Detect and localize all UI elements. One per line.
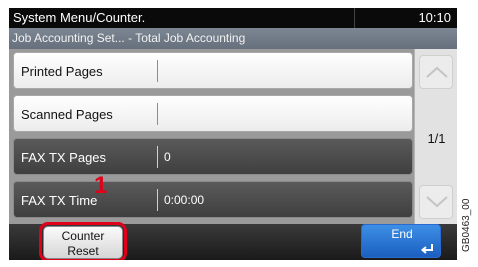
scroll-up-button[interactable] bbox=[419, 55, 453, 89]
list-item-separator bbox=[157, 189, 158, 211]
chevron-down-icon bbox=[426, 196, 448, 208]
chevron-up-icon bbox=[426, 66, 448, 78]
list-item-separator bbox=[157, 103, 158, 125]
figure-code: GB0463_00 bbox=[461, 198, 472, 252]
footer-bar: Counter Reset End bbox=[9, 222, 457, 260]
end-label: End bbox=[391, 227, 413, 241]
list-item-value: 0:00:00 bbox=[164, 193, 205, 207]
counter-reset-label-line1: Counter bbox=[61, 229, 105, 243]
list-item-value: 0 bbox=[164, 150, 171, 164]
list-item-fax-tx-pages: FAX TX Pages 0 bbox=[13, 138, 413, 175]
page-indicator: 1/1 bbox=[427, 131, 446, 146]
step-callout-number: 1 bbox=[94, 172, 108, 199]
title-bar: System Menu/Counter. 10:10 bbox=[9, 8, 457, 28]
clock: 10:10 bbox=[418, 10, 451, 25]
list-item-label: FAX TX Pages bbox=[21, 150, 107, 165]
list-item-printed-pages[interactable]: Printed Pages bbox=[13, 52, 413, 89]
counter-reset-label-line2: Reset bbox=[67, 244, 99, 258]
list-item-separator bbox=[157, 146, 158, 168]
breadcrumb-text: Job Accounting Set... - Total Job Accoun… bbox=[12, 31, 246, 45]
device-screen: System Menu/Counter. 10:10 Job Accountin… bbox=[9, 8, 457, 260]
scroll-down-button[interactable] bbox=[419, 185, 453, 219]
title-divider bbox=[354, 8, 355, 28]
counter-reset-button[interactable]: Counter Reset bbox=[43, 226, 123, 259]
list-item-label: FAX TX Time bbox=[21, 193, 98, 208]
list-item-fax-tx-time: FAX TX Time 0:00:00 bbox=[13, 181, 413, 218]
breadcrumb: Job Accounting Set... - Total Job Accoun… bbox=[9, 28, 457, 49]
counter-list: Printed Pages Scanned Pages FAX TX Pages… bbox=[9, 49, 457, 224]
list-item-scanned-pages[interactable]: Scanned Pages bbox=[13, 95, 413, 132]
list-item-label: Printed Pages bbox=[21, 64, 103, 79]
list-item-label: Scanned Pages bbox=[21, 107, 113, 122]
list-item-separator bbox=[157, 60, 158, 82]
screen-title: System Menu/Counter. bbox=[13, 10, 146, 25]
scroll-column: 1/1 bbox=[414, 49, 457, 224]
end-button[interactable]: End bbox=[361, 224, 441, 258]
enter-icon bbox=[420, 244, 433, 254]
